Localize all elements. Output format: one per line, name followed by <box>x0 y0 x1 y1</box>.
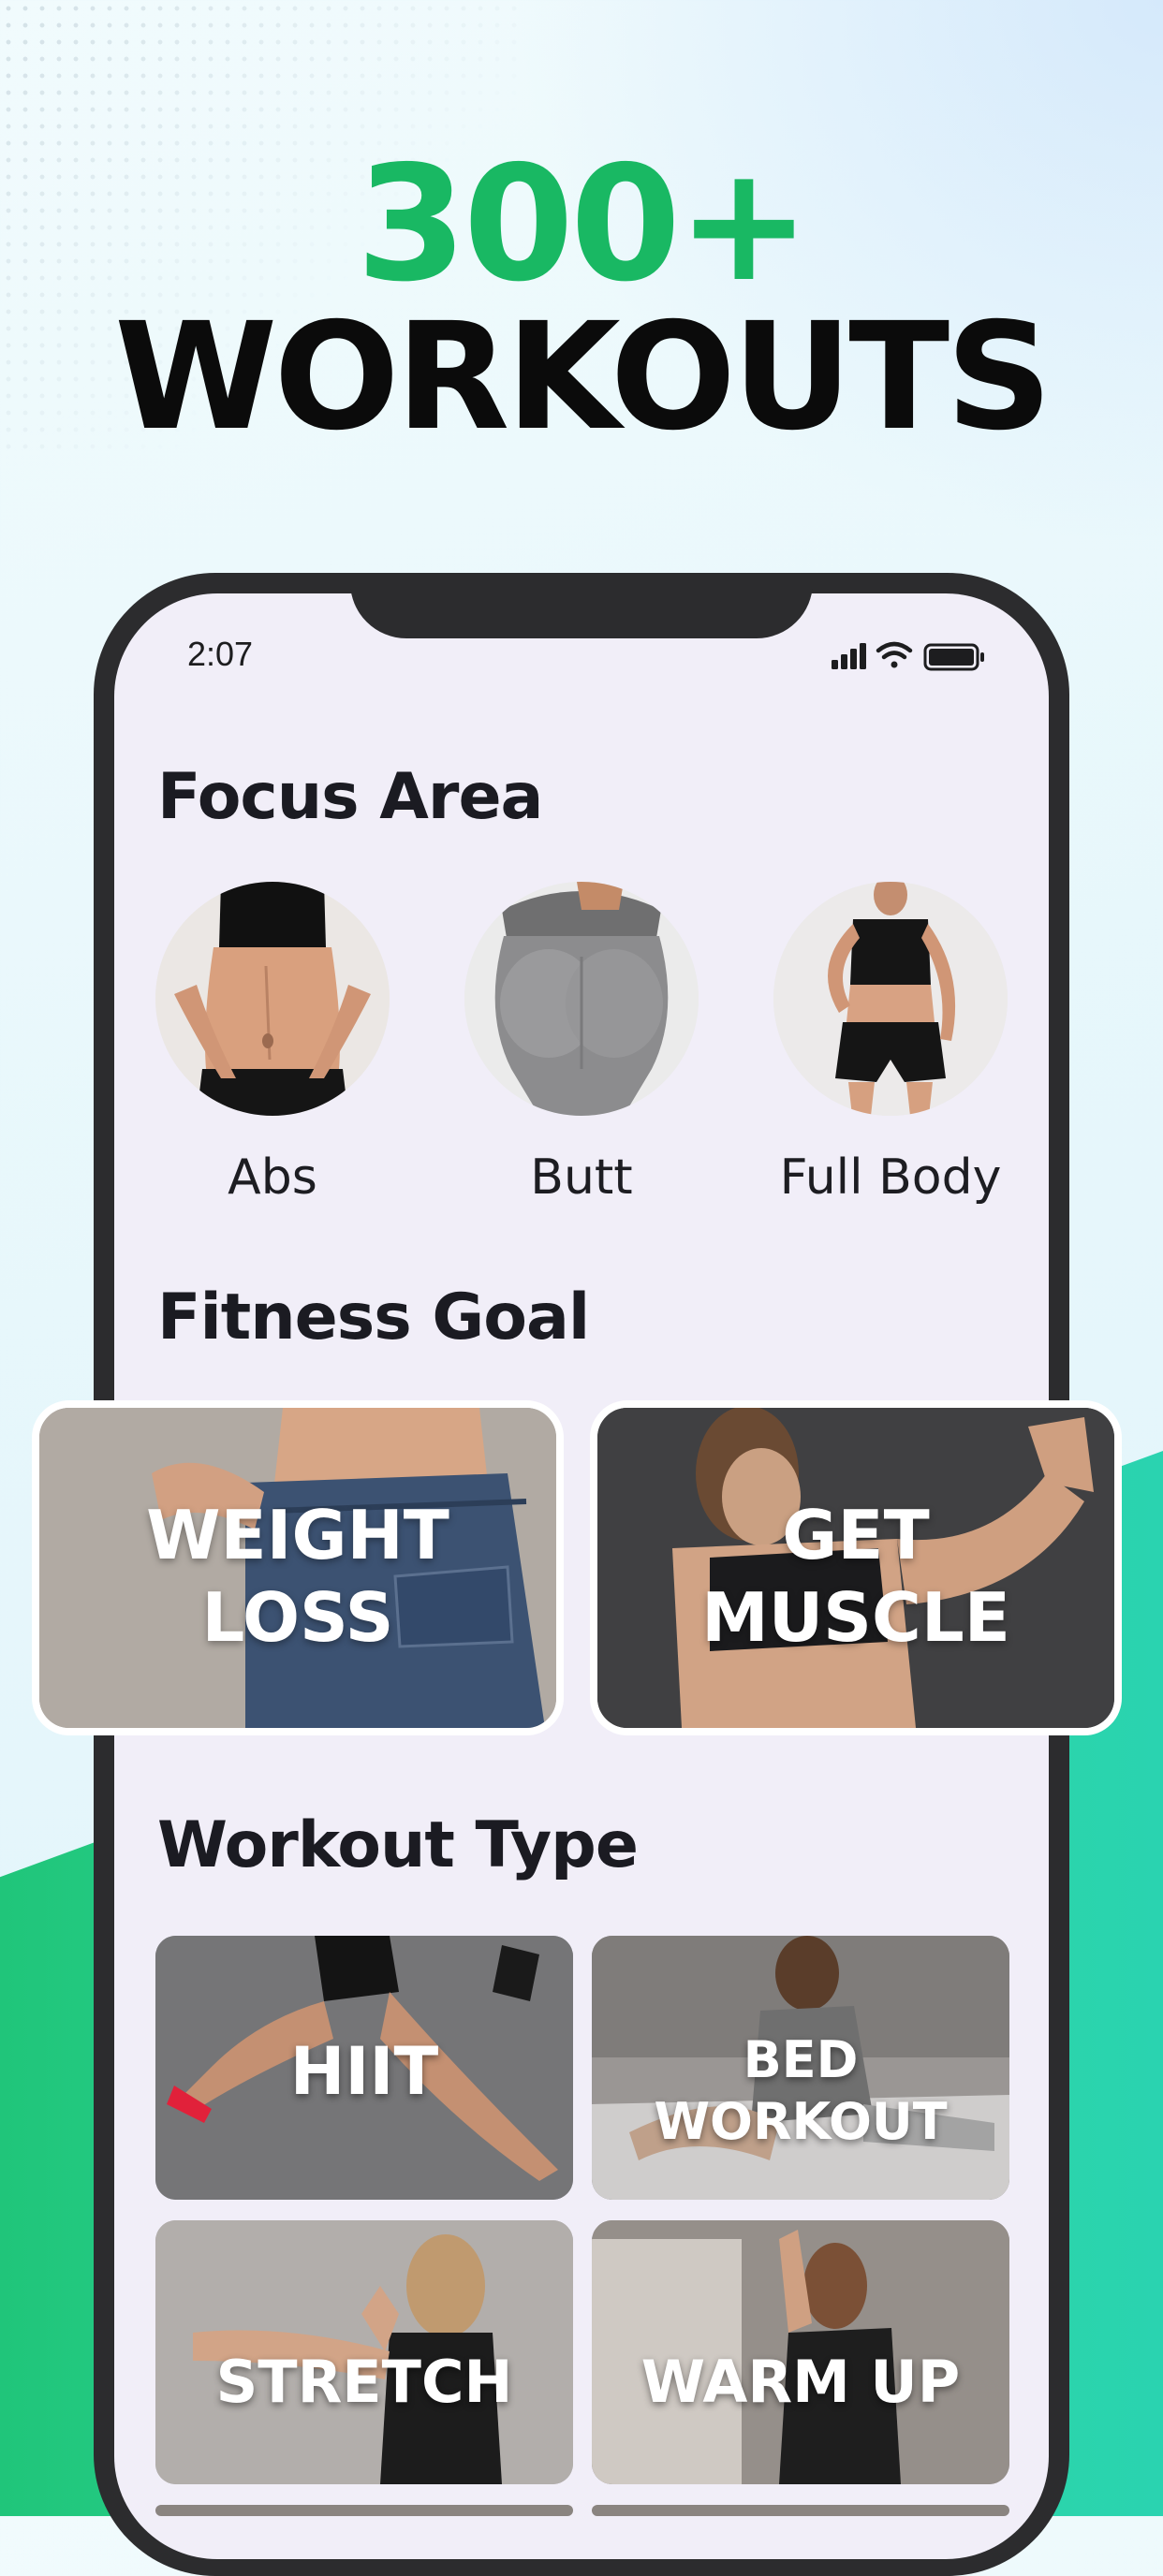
abs-figure <box>155 882 390 1116</box>
get-muscle-text: GET MUSCLE <box>597 1494 1114 1659</box>
focus-abs-label[interactable]: Abs <box>132 1149 413 1206</box>
warm-up-label: WARM UP <box>640 2348 961 2416</box>
status-time: 2:07 <box>187 635 254 673</box>
hiit-label: HIIT <box>289 2033 439 2110</box>
headline-number: 300+ <box>356 132 810 317</box>
focus-butt-image[interactable] <box>464 882 699 1116</box>
wifi-icon <box>876 641 913 668</box>
focus-abs-image[interactable] <box>155 882 390 1116</box>
fitness-goal-title: Fitness Goal <box>157 1281 590 1354</box>
workout-card-warm-up[interactable]: WARM UP <box>592 2220 1009 2484</box>
workout-card-stretch[interactable]: STRETCH <box>155 2220 573 2484</box>
signal-icon <box>832 643 866 669</box>
workout-card-hiit[interactable]: HIIT <box>155 1936 573 2200</box>
goal-card-get-muscle[interactable]: GET MUSCLE <box>590 1400 1122 1735</box>
focus-full-body-image[interactable] <box>773 882 1008 1116</box>
get-muscle-line1: GET <box>782 1496 930 1574</box>
status-icons <box>832 641 984 671</box>
weight-loss-line1: WEIGHT <box>146 1496 449 1574</box>
workout-card-next-left[interactable] <box>155 2505 573 2516</box>
bed-workout-text: BED WORKOUT <box>592 2029 1009 2153</box>
goal-card-weight-loss[interactable]: WEIGHT LOSS <box>32 1400 564 1735</box>
phone-notch <box>350 573 813 638</box>
workout-card-next-right[interactable] <box>592 2505 1009 2516</box>
bed-workout-line1: BED <box>743 2030 859 2089</box>
focus-area-title: Focus Area <box>157 760 543 834</box>
bed-workout-line2: WORKOUT <box>654 2092 948 2151</box>
battery-icon <box>923 643 984 671</box>
focus-full-body-label[interactable]: Full Body <box>750 1149 1031 1206</box>
focus-butt-label[interactable]: Butt <box>441 1149 722 1206</box>
weight-loss-line2: LOSS <box>201 1578 394 1657</box>
workout-type-title: Workout Type <box>157 1808 639 1882</box>
butt-figure <box>464 882 699 1116</box>
get-muscle-line2: MUSCLE <box>701 1578 1010 1657</box>
stretch-label: STRETCH <box>215 2348 513 2416</box>
headline-word: WORKOUTS <box>114 291 1053 463</box>
workout-card-bed-workout[interactable]: BED WORKOUT <box>592 1936 1009 2200</box>
weight-loss-text: WEIGHT LOSS <box>39 1494 556 1659</box>
full-body-figure <box>773 882 1008 1116</box>
